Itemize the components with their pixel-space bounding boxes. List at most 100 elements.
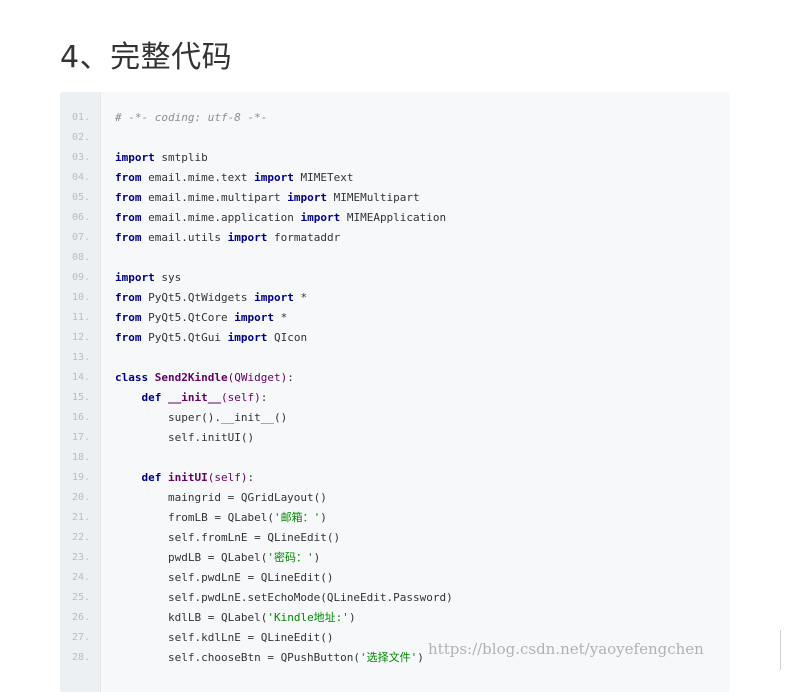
code-line: 08. <box>60 248 730 268</box>
code-token: import <box>300 211 341 224</box>
code-text: from email.mime.multipart import MIMEMul… <box>115 188 420 208</box>
code-text: self.kdlLnE = QLineEdit() <box>115 628 334 648</box>
line-number: 08. <box>72 252 91 263</box>
code-token: __init__ <box>168 391 221 404</box>
code-token: PyQt5.QtCore <box>141 311 235 324</box>
code-line: 12. from PyQt5.QtGui import QIcon <box>60 328 730 348</box>
line-number: 06. <box>72 212 91 223</box>
code-token: maingrid = QGridLayout() <box>115 491 327 504</box>
code-line: 26. kdlLB = QLabel('Kindle地址:') <box>60 608 730 628</box>
code-token: ) <box>320 511 327 524</box>
line-number: 24. <box>72 572 91 583</box>
code-token: PyQt5.QtGui <box>141 331 228 344</box>
code-token: from <box>115 171 142 184</box>
line-number: 21. <box>72 512 91 523</box>
code-token: QIcon <box>267 331 308 344</box>
code-line: 24. self.pwdLnE = QLineEdit() <box>60 568 730 588</box>
code-token: formataddr <box>267 231 341 244</box>
code-text: from PyQt5.QtGui import QIcon <box>115 328 307 348</box>
code-text: pwdLB = QLabel('密码：') <box>115 548 320 568</box>
line-number: 22. <box>72 532 91 543</box>
code-text: self.pwdLnE = QLineEdit() <box>115 568 334 588</box>
line-number: 04. <box>72 172 91 183</box>
code-line: 20. maingrid = QGridLayout() <box>60 488 730 508</box>
code-token: (self) <box>220 391 261 404</box>
code-token: email.utils <box>141 231 228 244</box>
code-text: def initUI(self): <box>115 468 255 488</box>
code-token: email.mime.text <box>141 171 255 184</box>
code-text: self.pwdLnE.setEchoMode(QLineEdit.Passwo… <box>115 588 453 608</box>
code-token: ) <box>417 651 424 664</box>
code-token: * <box>273 311 288 324</box>
code-line: 23. pwdLB = QLabel('密码：') <box>60 548 730 568</box>
code-token: initUI <box>168 471 208 484</box>
code-line: 01. # -*- coding: utf-8 -*- <box>60 108 730 128</box>
code-token: from <box>115 191 142 204</box>
line-number: 19. <box>72 472 91 483</box>
code-token: MIMEMultipart <box>326 191 420 204</box>
code-line: 18. <box>60 448 730 468</box>
line-number: 07. <box>72 232 91 243</box>
side-scroll-tab[interactable] <box>780 630 790 670</box>
line-number: 26. <box>72 612 91 623</box>
line-number: 11. <box>72 312 91 323</box>
code-token: : <box>247 471 255 484</box>
code-token: import <box>227 231 268 244</box>
code-line: 09. import sys <box>60 268 730 288</box>
code-token: self.chooseBtn = QPushButton( <box>115 651 361 664</box>
code-line: 16. super().__init__() <box>60 408 730 428</box>
line-number: 05. <box>72 192 91 203</box>
code-token: (QWidget) <box>227 371 288 384</box>
code-token: ) <box>348 611 356 624</box>
code-line: 21. fromLB = QLabel('邮箱：') <box>60 508 730 528</box>
code-token: '密码：' <box>267 551 314 564</box>
line-number: 16. <box>72 412 91 423</box>
code-token: import <box>254 291 294 304</box>
watermark: https://blog.csdn.net/yaoyefengchen <box>428 640 704 658</box>
code-line: 05. from email.mime.multipart import MIME… <box>60 188 730 208</box>
code-line: 03. import smtplib <box>60 148 730 168</box>
code-text: self.initUI() <box>115 428 254 448</box>
code-token: fromLB = QLabel( <box>115 511 274 524</box>
line-number: 01. <box>72 112 91 123</box>
code-token: '邮箱：' <box>273 511 321 524</box>
code-token: from <box>115 211 142 224</box>
code-token: 'Kindle地址:' <box>267 611 349 624</box>
code-token: self.pwdLnE = QLineEdit() <box>115 571 334 584</box>
code-token: import <box>115 151 155 164</box>
code-line: 14. class Send2Kindle(QWidget): <box>60 368 730 388</box>
code-text: from PyQt5.QtWidgets import * <box>115 288 307 308</box>
line-number: 13. <box>72 352 91 363</box>
code-token: self.initUI() <box>115 431 255 444</box>
code-token: '选择文件' <box>360 651 418 664</box>
line-number: 17. <box>72 432 91 443</box>
code-token: from <box>115 291 142 304</box>
code-text: from email.mime.text import MIMEText <box>115 168 353 188</box>
code-token: self.kdlLnE = QLineEdit() <box>115 631 334 644</box>
code-token: kdlLB = QLabel( <box>115 611 268 624</box>
code-lines: 01. # -*- coding: utf-8 -*- 02. 03. import s… <box>60 108 730 668</box>
code-text: self.chooseBtn = QPushButton('选择文件') <box>115 648 424 668</box>
code-line: 17. self.initUI() <box>60 428 730 448</box>
code-token: def <box>141 391 162 404</box>
code-token: MIMEText <box>293 171 354 184</box>
code-line: 15. def __init__(self): <box>60 388 730 408</box>
line-number: 14. <box>72 372 91 383</box>
code-text: class Send2Kindle(QWidget): <box>115 368 294 388</box>
code-text: from email.utils import formataddr <box>115 228 340 248</box>
code-token: PyQt5.QtWidgets <box>141 291 255 304</box>
code-line: 22. self.fromLnE = QLineEdit() <box>60 528 730 548</box>
code-token: pwdLB = QLabel( <box>115 551 268 564</box>
code-token: email.mime.multipart <box>141 191 288 204</box>
code-text: kdlLB = QLabel('Kindle地址:') <box>115 608 356 628</box>
line-number: 15. <box>72 392 91 403</box>
code-token: from <box>115 231 142 244</box>
code-token: self.fromLnE = QLineEdit() <box>115 531 341 544</box>
code-text: super().__init__() <box>115 408 287 428</box>
code-token: # -*- coding: utf-8 -*- <box>115 111 268 124</box>
line-number: 18. <box>72 452 91 463</box>
